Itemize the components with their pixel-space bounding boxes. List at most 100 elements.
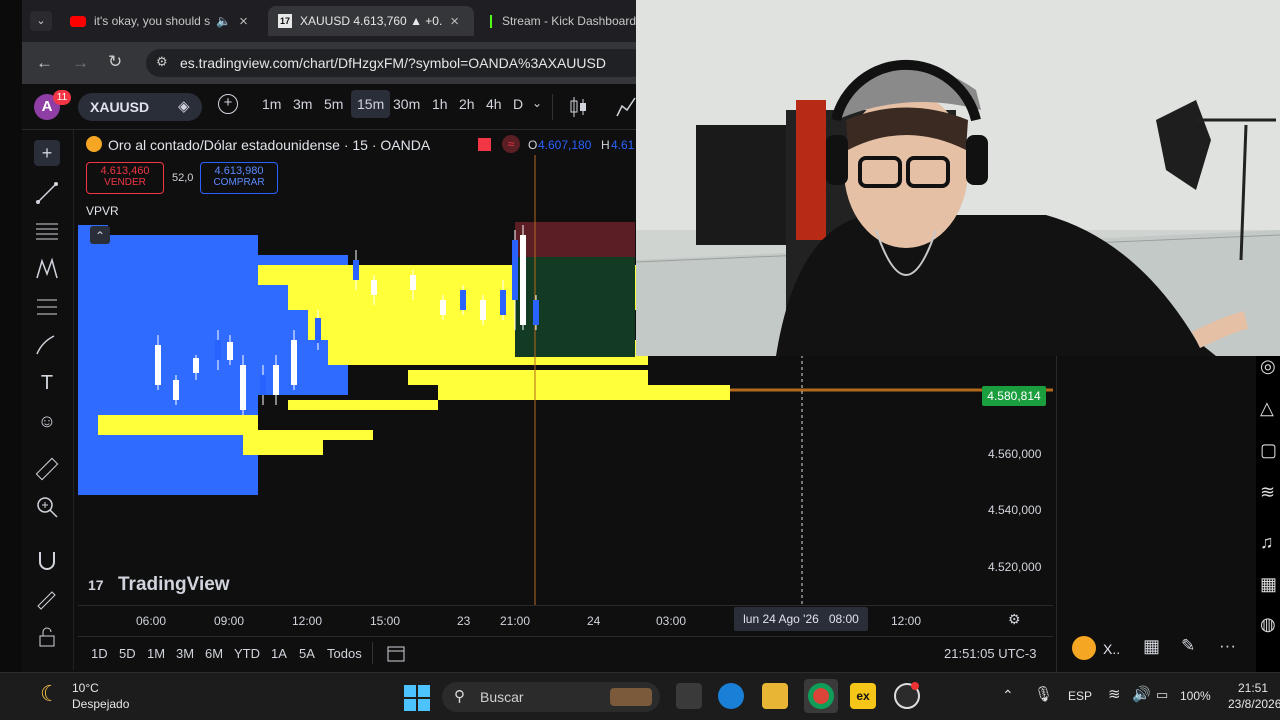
alert-icon[interactable]: △	[1260, 398, 1274, 419]
weather-moon-icon[interactable]: ☾	[40, 681, 60, 707]
calendar-icon[interactable]: ▢	[1260, 440, 1277, 461]
url-field[interactable]: ⚙ es.tradingview.com/chart/DfHzgxFM/?sym…	[146, 49, 646, 77]
indicators-icon[interactable]	[616, 96, 636, 118]
more-icon[interactable]: ···	[1219, 636, 1236, 656]
timeframe-3m[interactable]: 3m	[293, 96, 312, 112]
ruler-icon[interactable]	[34, 456, 60, 482]
battery-percent[interactable]: 100%	[1180, 689, 1211, 703]
wifi-icon[interactable]: ≋	[1108, 685, 1121, 703]
tab-kick[interactable]: Stream - Kick Dashboard	[484, 6, 636, 36]
timeframe-d[interactable]: D	[513, 96, 523, 112]
taskbar-search[interactable]: ⚲ Buscar	[442, 682, 660, 712]
trend-line-icon[interactable]	[34, 180, 60, 206]
pattern-icon[interactable]	[34, 256, 60, 282]
candles-icon[interactable]	[570, 96, 588, 118]
forward-arrow-icon[interactable]: →	[72, 53, 89, 73]
watchlist-symbol[interactable]: X..	[1103, 641, 1120, 657]
close-icon[interactable]: ×	[239, 13, 248, 30]
edge-icon[interactable]	[718, 683, 744, 709]
zoom-in-icon[interactable]	[34, 494, 60, 520]
edit-icon[interactable]: ✎	[1181, 636, 1195, 656]
fib-icon[interactable]	[34, 218, 60, 244]
weather-desc[interactable]: Despejado	[72, 697, 129, 711]
exness-icon[interactable]: ex	[850, 683, 876, 709]
text-icon[interactable]: T	[34, 370, 60, 396]
buy-button[interactable]: 4.613,980 COMPRAR	[200, 162, 278, 194]
clock-label[interactable]: 21:51:05 UTC-3	[944, 646, 1037, 661]
drawing-toolbar: + T ☺	[22, 130, 74, 670]
timeframe-4h[interactable]: 4h	[486, 96, 502, 112]
reload-icon[interactable]: ↻	[108, 52, 122, 72]
grid-icon[interactable]: ▦	[1143, 636, 1160, 657]
back-arrow-icon[interactable]: ←	[36, 53, 53, 73]
range-6m[interactable]: 6M	[205, 646, 223, 661]
site-info-icon[interactable]: ⚙	[156, 54, 168, 70]
time-label: 03:00	[656, 614, 687, 628]
tab-title: XAUUSD 4.613,760 ▲ +0.	[300, 14, 443, 28]
windows-start-icon[interactable]	[404, 685, 430, 711]
close-icon[interactable]: ×	[450, 13, 459, 30]
file-explorer-icon[interactable]	[762, 683, 788, 709]
toolbar-divider	[552, 94, 553, 120]
chevron-up-icon[interactable]: ⌃	[1002, 687, 1014, 704]
recording-dot-icon	[911, 682, 919, 690]
current-price-label: 4.580,814	[982, 386, 1046, 406]
magnet-icon[interactable]	[34, 548, 60, 574]
sell-button[interactable]: 4.613,460 VENDER	[86, 162, 164, 194]
forecast-icon[interactable]	[34, 294, 60, 320]
timeframe-1m[interactable]: 1m	[262, 96, 281, 112]
task-view-icon[interactable]	[676, 683, 702, 709]
tab-title: it's okay, you should s	[94, 14, 211, 28]
apps-icon[interactable]: ▦	[1260, 574, 1277, 595]
timeframe-5m[interactable]: 5m	[324, 96, 343, 112]
timeframe-2h[interactable]: 2h	[459, 96, 475, 112]
left-edge-strip	[0, 0, 22, 680]
chevron-up-icon[interactable]: ⌃	[95, 229, 105, 243]
symbol-search[interactable]: XAUUSD ◈	[78, 93, 202, 121]
range-1a[interactable]: 1A	[271, 646, 287, 661]
instrument-title[interactable]: Oro al contado/Dólar estadounidense · 15…	[108, 137, 430, 153]
vpvr-label[interactable]: VPVR	[86, 204, 119, 218]
bell-icon[interactable]: ♫	[1260, 532, 1274, 553]
tab-youtube[interactable]: it's okay, you should s 🔈 ×	[64, 6, 250, 36]
diamond-icon[interactable]: ◈	[178, 97, 190, 115]
battery-icon[interactable]: ▭	[1156, 687, 1168, 703]
address-bar-row: ← → ↻ ⚙ es.tradingview.com/chart/DfHzgxF…	[22, 42, 646, 84]
timeframe-1h[interactable]: 1h	[432, 96, 448, 112]
target-icon[interactable]: ◎	[1260, 356, 1276, 377]
range-1m[interactable]: 1M	[147, 646, 165, 661]
weather-temp[interactable]: 10°C	[72, 681, 99, 695]
brush-icon[interactable]	[34, 332, 60, 358]
time-label: 24	[587, 614, 601, 628]
microphone-icon[interactable]: 🎙	[1034, 685, 1053, 703]
emoji-icon[interactable]: ☺	[34, 408, 60, 434]
settings-gear-icon[interactable]: ⚙	[1008, 611, 1021, 628]
range-5a[interactable]: 5A	[299, 646, 315, 661]
range-ytd[interactable]: YTD	[234, 646, 260, 661]
go-to-date-icon[interactable]	[386, 643, 406, 663]
range-1d[interactable]: 1D	[91, 646, 108, 661]
market-status-icon[interactable]: ≈	[502, 135, 520, 153]
help-icon[interactable]: ◍	[1260, 614, 1276, 635]
flag-icon[interactable]	[478, 138, 491, 151]
range-5d[interactable]: 5D	[119, 646, 136, 661]
taskbar-time[interactable]: 21:51	[1238, 681, 1268, 695]
range-bar	[78, 636, 1053, 672]
crosshair-icon[interactable]: +	[34, 140, 60, 166]
timeframe-15m[interactable]: 15m	[351, 90, 391, 118]
volume-icon[interactable]: 🔊	[1132, 685, 1151, 703]
tab-search-button[interactable]: ⌄	[30, 11, 52, 31]
chrome-icon[interactable]	[808, 683, 834, 709]
language-indicator[interactable]: ESP	[1068, 689, 1092, 703]
add-symbol-icon[interactable]: +	[218, 94, 238, 114]
lock-drawing-icon[interactable]	[34, 586, 60, 612]
taskbar-date[interactable]: 23/8/2026	[1228, 697, 1280, 711]
chevron-down-icon[interactable]: ⌄	[532, 96, 542, 110]
lock-icon[interactable]	[34, 624, 60, 650]
range-3m[interactable]: 3M	[176, 646, 194, 661]
tab-tradingview[interactable]: 17 XAUUSD 4.613,760 ▲ +0. ×	[268, 6, 474, 36]
time-label: 06:00	[136, 614, 167, 628]
timeframe-30m[interactable]: 30m	[393, 96, 420, 112]
hotlist-icon[interactable]: ≋	[1260, 482, 1275, 503]
range-todos[interactable]: Todos	[327, 646, 362, 661]
